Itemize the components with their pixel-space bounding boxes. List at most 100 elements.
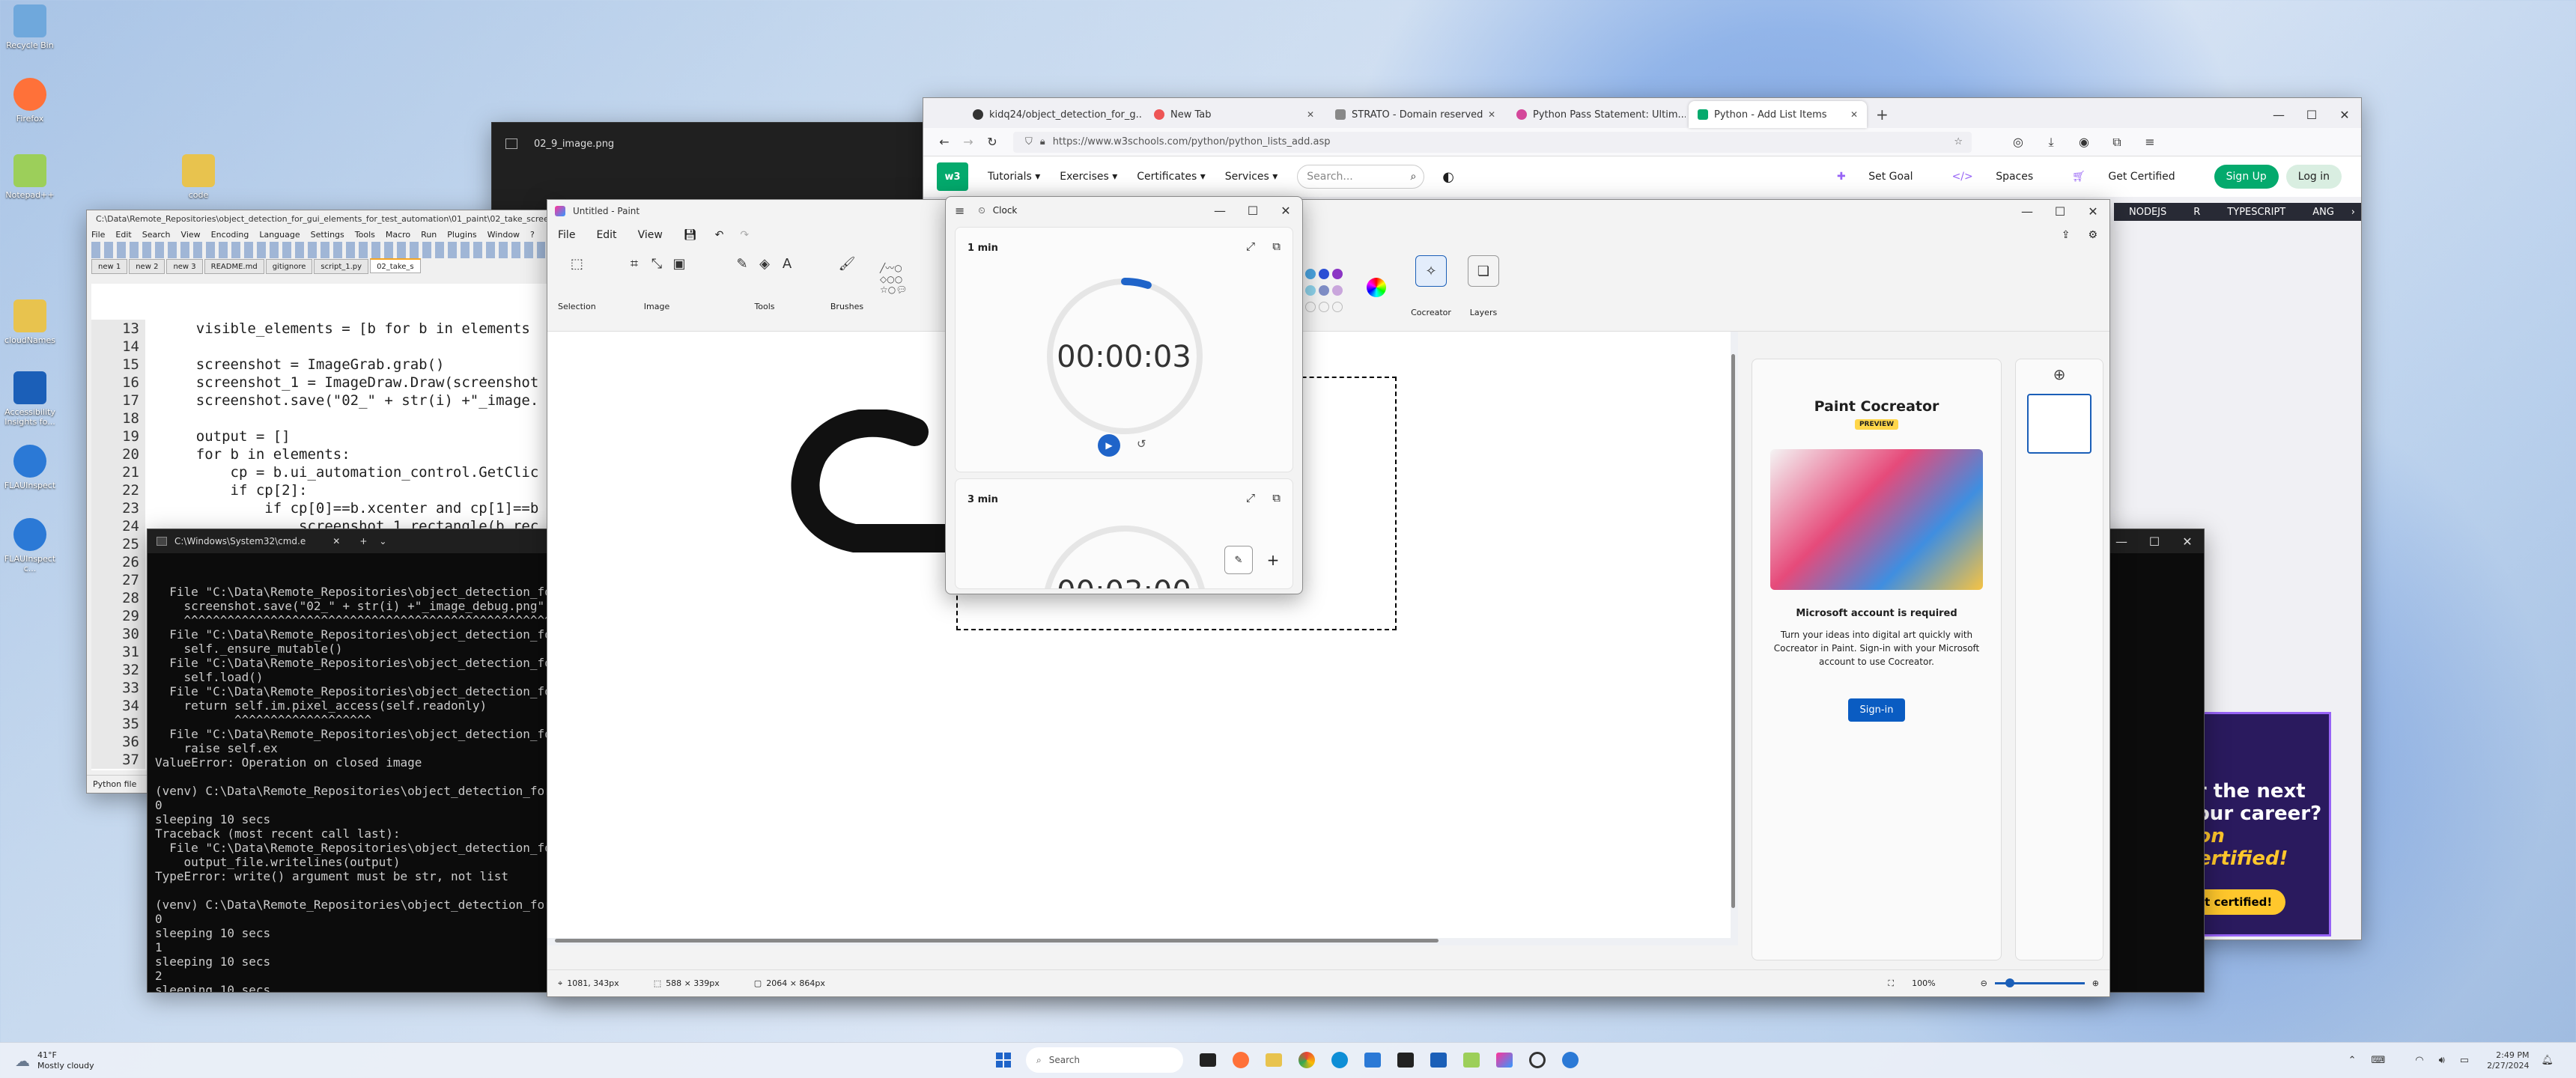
close-icon[interactable]: ✕ xyxy=(2328,108,2361,122)
contrast-toggle-icon[interactable]: ◐ xyxy=(1442,169,1454,185)
shapes-gallery[interactable]: ╱〰○ ◇○○ ☆○💬︎ xyxy=(880,261,940,314)
crop-icon[interactable]: ⌗ xyxy=(623,252,645,275)
cmd-close-tab-icon[interactable]: ✕ xyxy=(332,536,340,546)
npp-tab[interactable]: gitignore xyxy=(265,259,313,274)
desktop-icon-accessibility[interactable]: Accessibility Insights fo... xyxy=(0,371,60,427)
reset-icon[interactable]: ↺ xyxy=(1137,437,1146,451)
fit-to-window-icon[interactable]: ⛶ xyxy=(1888,978,1894,989)
battery-icon[interactable]: ▭ xyxy=(2460,1055,2469,1066)
menu-encoding[interactable]: Encoding xyxy=(211,230,249,240)
menu-tools[interactable]: Tools xyxy=(355,230,375,240)
code-line[interactable]: 20 for b in elements: xyxy=(91,445,547,463)
zoom-select[interactable]: 100% xyxy=(1912,978,1935,988)
search-icon[interactable]: ⌕ xyxy=(1410,171,1416,183)
code-line[interactable]: 22 if cp[2]: xyxy=(91,481,547,499)
horizontal-scrollbar[interactable] xyxy=(555,939,1439,943)
code-line[interactable]: 14 xyxy=(91,338,547,356)
forward-icon[interactable]: → xyxy=(956,135,980,149)
hamburger-menu-icon[interactable]: ≡ xyxy=(955,204,965,218)
resize-icon[interactable]: ⤡ xyxy=(645,252,668,275)
npp-tab[interactable]: README.md xyxy=(204,259,264,274)
close-tab-icon[interactable]: ✕ xyxy=(1307,109,1314,120)
layers-icon[interactable]: ❏ xyxy=(1468,255,1499,287)
pin-icon[interactable]: ⧉ xyxy=(1272,240,1281,253)
zoom-out-icon[interactable]: ⊖ xyxy=(1981,978,1987,988)
edit-timers-button[interactable]: ✎ xyxy=(1224,546,1253,574)
zoom-slider[interactable] xyxy=(1994,978,2085,987)
zoom-in-icon[interactable]: ⊕ xyxy=(2092,978,2099,988)
vertical-scrollbar[interactable] xyxy=(1731,354,1735,908)
play-button[interactable]: ▶ xyxy=(1098,434,1120,457)
pocket-icon[interactable]: ◎ xyxy=(2002,135,2035,149)
desktop-icon-flauinspect[interactable]: FLAUInspect xyxy=(0,445,60,490)
cocreator-icon[interactable]: ✧ xyxy=(1415,255,1447,287)
code-line[interactable]: 15 screenshot = ImageGrab.grab() xyxy=(91,356,547,374)
pencil-icon[interactable]: ✎ xyxy=(731,252,753,275)
npp-tab[interactable]: new 2 xyxy=(129,259,165,274)
menu-settings[interactable]: Settings xyxy=(311,230,344,240)
fill-icon[interactable]: ◈ xyxy=(753,252,776,275)
new-tab-icon[interactable]: + xyxy=(1876,106,1889,124)
close-icon[interactable]: ✕ xyxy=(1269,204,1302,218)
desktop-icon-recycle-bin[interactable]: Recycle Bin xyxy=(0,4,60,50)
cmd-output[interactable]: File "C:\Data\Remote_Repositories\object… xyxy=(148,553,552,992)
maximize-icon[interactable]: ☐ xyxy=(2295,108,2328,122)
expand-icon[interactable]: ⤢ xyxy=(1246,491,1255,505)
firefox-taskbar-icon[interactable] xyxy=(1233,1052,1249,1068)
close-icon[interactable]: ✕ xyxy=(2077,204,2109,219)
desktop-icon-folder-code[interactable]: code xyxy=(168,154,228,200)
npp-tab-active[interactable]: 02_take_s xyxy=(370,258,421,273)
share-icon[interactable]: ⇪ xyxy=(2062,229,2071,241)
menu-run[interactable]: Run xyxy=(421,230,437,240)
npp-tab[interactable]: script_1.py xyxy=(314,259,369,274)
chrome-taskbar-icon[interactable] xyxy=(1298,1052,1315,1068)
code-line[interactable]: 19 output = [] xyxy=(91,427,547,445)
undo-icon[interactable]: ↶ xyxy=(715,229,724,241)
code-line[interactable]: 23 if cp[0]==b.xcenter and cp[1]==b xyxy=(91,499,547,517)
store-taskbar-icon[interactable] xyxy=(1364,1053,1381,1068)
maximize-icon[interactable]: ☐ xyxy=(2138,535,2171,549)
paint-window[interactable]: Untitled - Paint — ☐ ✕ File Edit View 💾︎… xyxy=(547,199,2110,997)
wifi-icon[interactable]: ◠ xyxy=(2415,1055,2423,1066)
code-line[interactable]: 13 visible_elements = [b for b in elemen… xyxy=(91,320,547,338)
desktop-icon-folder-cloud[interactable]: cloudNames xyxy=(0,299,60,345)
cmd-dropdown-icon[interactable]: ⌄ xyxy=(379,536,386,546)
explorer-taskbar-icon[interactable] xyxy=(1266,1053,1282,1067)
selection-tool-icon[interactable]: ⬚ xyxy=(565,252,588,275)
edge-taskbar-icon[interactable] xyxy=(1331,1052,1348,1068)
bookmark-star-icon[interactable]: ☆ xyxy=(1954,136,1963,147)
desktop-icon-flauinspect-2[interactable]: FLAUInspect c... xyxy=(0,518,60,573)
clock-display[interactable]: 2:49 PM 2/27/2024 xyxy=(2487,1050,2529,1071)
brush-icon[interactable]: 🖌︎ xyxy=(836,252,858,275)
paint-menu-file[interactable]: File xyxy=(558,229,575,241)
menu-language[interactable]: Language xyxy=(259,230,300,240)
cocreator-sign-in-button[interactable]: Sign-in xyxy=(1847,698,1906,722)
weather-widget[interactable]: ☁ 41°F Mostly cloudy xyxy=(15,1050,94,1071)
paint-taskbar-icon[interactable] xyxy=(1496,1053,1513,1068)
volume-icon[interactable]: 🔊︎ xyxy=(2439,1055,2445,1066)
minimize-icon[interactable]: — xyxy=(2011,204,2044,219)
reload-icon[interactable]: ↻ xyxy=(980,135,1004,149)
notepadpp-taskbar-icon[interactable] xyxy=(1463,1053,1480,1068)
paint-menu-view[interactable]: View xyxy=(638,229,663,241)
menu-search[interactable]: Search xyxy=(142,230,171,240)
get-certified-link[interactable]: 🛒︎ Get Certified xyxy=(2072,171,2194,183)
settings-gear-icon[interactable]: ⚙ xyxy=(2088,229,2097,241)
download-icon[interactable]: ⤓ xyxy=(2035,135,2068,150)
menu-file[interactable]: File xyxy=(91,230,105,240)
chevron-right-icon[interactable]: › xyxy=(2351,207,2355,218)
menu-window[interactable]: Window xyxy=(487,230,520,240)
log-in-button[interactable]: Log in xyxy=(2285,165,2342,189)
account-icon[interactable]: ◉ xyxy=(2068,135,2100,149)
inspect-taskbar-icon[interactable] xyxy=(1562,1052,1579,1068)
menu-view[interactable]: View xyxy=(181,230,201,240)
chevron-up-icon[interactable]: ⌃ xyxy=(2348,1055,2357,1066)
code-line[interactable]: 18 xyxy=(91,409,547,427)
minimize-icon[interactable]: — xyxy=(1203,204,1236,218)
code-line[interactable]: 17 screenshot.save("02_" + str(i) +"_ima… xyxy=(91,392,547,409)
nav-certificates[interactable]: Certificates ▾ xyxy=(1137,171,1206,183)
terminal-taskbar-icon[interactable] xyxy=(1397,1053,1414,1068)
close-tab-icon[interactable]: ✕ xyxy=(1488,109,1495,120)
extensions-icon[interactable]: ⧉ xyxy=(2100,135,2133,150)
url-bar[interactable]: ⛉ 🔒︎ https://www.w3schools.com/python/py… xyxy=(1013,131,1972,153)
